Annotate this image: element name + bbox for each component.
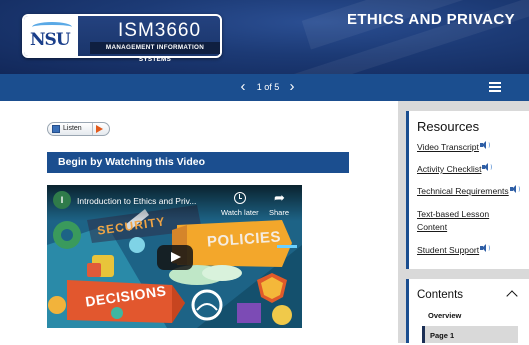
speaker-icon[interactable] <box>480 244 491 252</box>
share-icon[interactable]: ➦ <box>274 190 285 206</box>
speaker-icon <box>52 125 60 133</box>
resource-link-student-support[interactable]: Student Support <box>417 244 491 257</box>
video-player[interactable]: SECURITY POLICIES DECISIONS I Introducti… <box>47 185 302 328</box>
hamburger-menu-icon[interactable] <box>489 82 501 92</box>
share-label[interactable]: Share <box>269 208 289 217</box>
course-name: MANAGEMENT INFORMATION SYSTEMS <box>90 42 220 63</box>
chevron-up-icon[interactable] <box>506 290 518 302</box>
contents-title: Contents <box>417 289 464 301</box>
page-header: NSU ISM3660 MANAGEMENT INFORMATION SYSTE… <box>0 0 529 74</box>
watch-later-label[interactable]: Watch later <box>221 208 259 217</box>
resource-link-label: Student Support <box>417 245 480 255</box>
channel-avatar[interactable]: I <box>53 191 71 209</box>
chevron-right-icon[interactable]: › <box>285 79 299 95</box>
contents-panel: Contents Overview Page 1 <box>406 279 529 343</box>
video-title[interactable]: Introduction to Ethics and Priv... <box>77 196 196 206</box>
play-icon <box>96 125 103 133</box>
resource-link-video-transcript[interactable]: Video Transcript <box>417 141 490 154</box>
resources-title: Resources <box>417 119 480 134</box>
play-button[interactable] <box>157 245 193 270</box>
speaker-icon[interactable] <box>479 141 490 149</box>
contents-item-overview[interactable]: Overview <box>428 311 461 320</box>
university-logo: NSU <box>24 16 78 56</box>
page-navigation-bar: ‹ 1 of 5 › <box>0 74 529 101</box>
speaker-icon[interactable] <box>509 185 520 193</box>
resource-link-label: Activity Checklist <box>417 164 482 174</box>
clock-icon[interactable] <box>234 192 246 204</box>
resource-link-text-based-lesson-content[interactable]: Text-based Lesson Content <box>417 208 489 234</box>
resource-link-activity-checklist[interactable]: Activity Checklist <box>417 163 493 176</box>
resource-link-label: Technical Requirements <box>417 186 509 196</box>
contents-item-page-1[interactable]: Page 1 <box>422 326 518 343</box>
course-logo[interactable]: NSU ISM3660 MANAGEMENT INFORMATION SYSTE… <box>22 14 222 63</box>
section-heading: Begin by Watching this Video <box>47 152 349 173</box>
resource-link-label: Text-based Lesson <box>417 209 490 219</box>
resource-link-label: Video Transcript <box>417 142 479 152</box>
listen-button[interactable]: Listen <box>47 122 110 136</box>
course-code: ISM3660 <box>118 20 202 41</box>
resources-panel: Resources Video Transcript Activity Chec… <box>406 111 529 269</box>
chevron-left-icon[interactable]: ‹ <box>236 79 250 95</box>
page-indicator: 1 of 5 <box>256 82 280 92</box>
divider <box>92 123 93 135</box>
page-title: ETHICS AND PRIVACY <box>346 11 515 28</box>
logo-text: NSU <box>30 30 71 50</box>
speaker-icon[interactable] <box>482 163 493 171</box>
resource-link-technical-requirements[interactable]: Technical Requirements <box>417 185 520 198</box>
resource-link-label: Content <box>417 222 448 232</box>
listen-label: Listen <box>63 125 82 132</box>
